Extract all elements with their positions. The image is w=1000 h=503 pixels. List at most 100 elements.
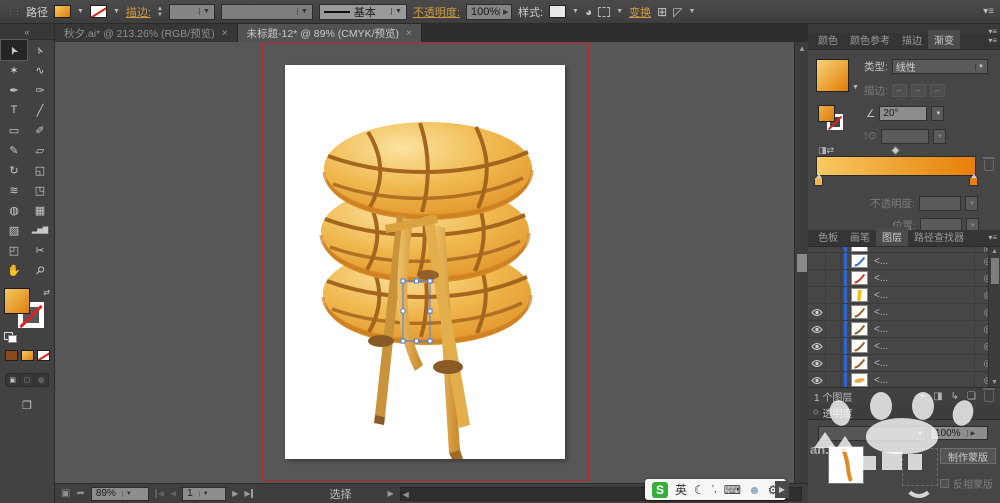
invert-mask-checkbox[interactable]	[940, 479, 949, 488]
layers-scrollbar[interactable]: ▲ ▼	[988, 247, 1000, 387]
panel-expand-icon[interactable]: ⬦	[813, 407, 819, 417]
layer-name[interactable]: <...	[874, 290, 974, 301]
layer-thumbnail[interactable]	[851, 356, 868, 370]
status-expand-icon[interactable]: ▶	[387, 489, 393, 498]
gradient-tab-0[interactable]: 颜色	[812, 30, 844, 49]
tool-artboard[interactable]: ◰	[1, 240, 27, 260]
draw-inside-button[interactable]: ◍	[33, 374, 48, 386]
layer-row-2[interactable]: <...◎	[808, 270, 1000, 287]
transparency-opacity-field[interactable]: 100% ▶	[930, 426, 988, 440]
select-similar-dropdown-icon[interactable]: ▼	[616, 8, 623, 15]
layers-tab-1[interactable]: 画笔	[844, 227, 876, 246]
layers-tab-2[interactable]: 图层	[876, 227, 908, 246]
gradient-type-dropdown[interactable]: 线性 ▼	[891, 59, 988, 74]
gradient-fill-button[interactable]	[20, 350, 34, 361]
gradient-tab-1[interactable]: 颜色参考	[844, 30, 896, 49]
layer-name[interactable]: <...	[874, 307, 974, 318]
fill-color-swatch[interactable]	[54, 5, 71, 18]
layer-row-4[interactable]: <...◎	[808, 304, 1000, 321]
layers-panel-menu-icon[interactable]: ▾≡	[988, 233, 997, 242]
stroke-color-swatch[interactable]	[89, 5, 107, 18]
layer-row-8[interactable]: <...◎	[808, 372, 1000, 387]
tool-hand[interactable]: ✋	[1, 260, 27, 280]
transform-link[interactable]: 变换	[629, 4, 651, 20]
screen-mode-button[interactable]: ❐	[0, 399, 54, 412]
tool-paintbrush[interactable]: ✐	[27, 120, 53, 140]
lock-column[interactable]	[826, 372, 841, 387]
tool-line-segment[interactable]: ╱	[27, 100, 53, 120]
default-fill-stroke-icon[interactable]	[4, 332, 17, 343]
tools-collapse-icon[interactable]: «	[0, 24, 54, 40]
layer-thumbnail[interactable]	[851, 288, 868, 302]
layer-name[interactable]: <...	[874, 256, 974, 267]
gradient-angle-field[interactable]: 20°	[879, 106, 928, 121]
control-panel-menu-icon[interactable]: ▾≡	[983, 6, 994, 17]
gradient-fill-proxy[interactable]	[818, 105, 835, 122]
opacity-field[interactable]: 100% ▶	[465, 3, 512, 20]
tool-eraser[interactable]: ▱	[27, 140, 53, 160]
tool-perspective-grid[interactable]: ▦	[27, 200, 53, 220]
moon-icon[interactable]: ☾	[694, 483, 705, 497]
layer-row-6[interactable]: <...◎	[808, 338, 1000, 355]
layer-thumbnail[interactable]	[851, 373, 868, 387]
prev-artboard-icon[interactable]: ◀	[170, 489, 176, 498]
gradient-thumbnail-dropdown-icon[interactable]: ▼	[852, 84, 859, 91]
canvas-area[interactable]	[55, 42, 794, 483]
draw-behind-button[interactable]: ▢	[19, 374, 33, 386]
export-icon[interactable]: ➦	[76, 488, 84, 499]
document-tab-1[interactable]: 未标题-12* @ 89% (CMYK/预览) ×	[237, 24, 422, 42]
layers-tab-3[interactable]: 路径查找器	[908, 227, 970, 246]
visibility-eye-icon[interactable]	[808, 270, 826, 286]
lock-column[interactable]	[826, 247, 841, 252]
tab-close-icon[interactable]: ×	[222, 28, 228, 39]
isolate-dropdown-icon[interactable]: ▼	[688, 8, 695, 15]
tool-type[interactable]: T	[1, 100, 27, 120]
opacity-link[interactable]: 不透明度:	[413, 4, 460, 20]
tool-symbol-sprayer[interactable]: ▨	[1, 220, 27, 240]
draw-normal-button[interactable]: ▣	[6, 374, 19, 386]
punctuation-icon[interactable]: ’,	[712, 484, 717, 495]
tool-slice[interactable]: ✂	[27, 240, 53, 260]
layer-name[interactable]: <...	[874, 341, 974, 352]
transparency-panel-header[interactable]: ⬦ 透明度 ▾≡	[808, 27, 1000, 420]
tool-rotate[interactable]: ↻	[1, 160, 27, 180]
lock-column[interactable]	[826, 287, 841, 303]
layer-name[interactable]: <...	[874, 375, 974, 386]
gradient-stop-start[interactable]	[814, 174, 823, 186]
none-fill-button[interactable]	[36, 350, 50, 361]
stroke-weight-stepper[interactable]: ▲ ▼	[157, 6, 163, 18]
layer-row-3[interactable]: <...◎	[808, 287, 1000, 304]
layer-thumbnail[interactable]	[851, 339, 868, 353]
tool-direct-selection[interactable]: ➢	[27, 40, 53, 60]
width-profile-dropdown[interactable]: ▼	[220, 3, 313, 20]
visibility-eye-icon[interactable]	[808, 304, 826, 320]
recolor-artwork-icon[interactable]: ◕	[585, 6, 592, 18]
visibility-eye-icon[interactable]	[808, 355, 826, 371]
tool-selection[interactable]: ➤	[0, 39, 28, 61]
gradient-tab-2[interactable]: 描边	[896, 30, 928, 49]
artwork-canvas[interactable]	[285, 65, 565, 459]
transparency-panel-menu-icon[interactable]: ▾≡	[988, 27, 997, 36]
document-tab-0[interactable]: 秋夕.ai* @ 213.26% (RGB/预览) ×	[55, 24, 238, 42]
fill-dropdown-icon[interactable]: ▼	[77, 8, 84, 15]
tool-lasso[interactable]: ∿	[27, 60, 53, 80]
align-bounds-icon[interactable]: ⊞	[657, 6, 667, 18]
visibility-eye-icon[interactable]	[808, 253, 826, 269]
visibility-eye-icon[interactable]	[808, 338, 826, 354]
visibility-eye-icon[interactable]	[808, 372, 826, 387]
gradient-stop-end[interactable]	[969, 174, 978, 186]
first-artboard-icon[interactable]: ◀	[154, 489, 164, 498]
layer-thumbnail[interactable]	[851, 322, 868, 336]
tab-close-icon[interactable]: ×	[406, 28, 412, 39]
isolate-icon[interactable]: ◸	[673, 6, 682, 18]
tool-zoom[interactable]: ⚲	[27, 260, 53, 280]
last-artboard-icon[interactable]: ▶	[244, 489, 254, 498]
tool-pen[interactable]: ✒	[1, 80, 27, 100]
fill-indicator[interactable]	[4, 288, 30, 314]
style-swatch[interactable]	[549, 5, 567, 18]
brush-definition-dropdown[interactable]: 基本 ▼	[318, 3, 407, 20]
layer-name[interactable]: <...	[874, 358, 974, 369]
reverse-gradient-icon[interactable]: ◨⇄	[818, 145, 834, 156]
gradient-thumbnail[interactable]	[816, 59, 849, 92]
visibility-eye-icon[interactable]	[808, 321, 826, 337]
